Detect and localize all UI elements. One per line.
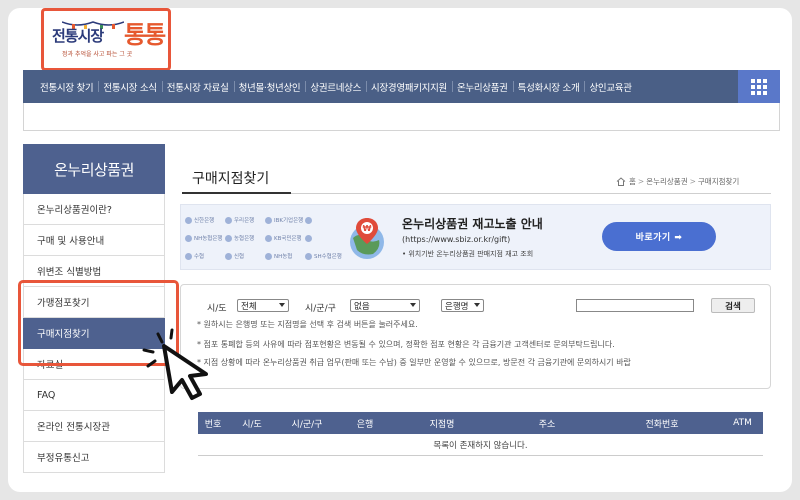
page-title: 구매지점찾기: [182, 164, 291, 194]
sidebar-item-online-market[interactable]: 온라인 전통시장관: [23, 411, 165, 442]
all-menu-button[interactable]: [738, 70, 780, 103]
search-note: * 지점 상황에 따라 온누리상품권 취급 업무(판매 또는 수납) 중 일부만…: [197, 358, 631, 367]
sub-nav-bar: [23, 103, 780, 131]
page-frame: 전통시장 통통 정과 추억을 사고 파는 그 곳 전통시장 찾기 전통시장 소식…: [8, 8, 792, 492]
pointer-cursor-icon: [142, 328, 208, 400]
bank-logo: 신한은행: [185, 211, 225, 229]
sigungu-select[interactable]: 없음: [350, 299, 420, 312]
banner-description: • 위치기반 온누리상품권 판매지점 재고 조회: [402, 250, 534, 258]
table-header: 번호 시/도 시/군/구 은행 지점명 주소 전화번호 ATM: [198, 412, 763, 434]
bank-logo: [305, 229, 345, 247]
bank-logo: NH농협은행: [185, 229, 225, 247]
sigungu-label: 시/군/구: [305, 304, 336, 314]
logo-text: 전통시장: [52, 27, 104, 45]
nav-item-renaissance[interactable]: 상권르네상스: [305, 80, 366, 94]
bank-logos: 신한은행 우리은행 IBK기업은행 NH농협은행 농협은행 KB국민은행 수협 …: [185, 211, 345, 265]
chevron-down-icon: [410, 303, 416, 307]
table-empty-row: 목록이 존재하지 않습니다.: [198, 434, 763, 456]
chevron-down-icon: [474, 303, 480, 307]
search-note: * 점포 통폐합 등의 사유에 따라 점포현황은 변동될 수 있으며, 정확한 …: [197, 340, 615, 349]
column-header: 지점명: [429, 419, 455, 430]
bank-logo: 우리은행: [225, 211, 265, 229]
title-divider: [291, 193, 771, 194]
svg-text:₩: ₩: [363, 224, 372, 233]
column-header: 전화번호: [645, 419, 679, 430]
breadcrumb-section[interactable]: 온누리상품권: [646, 176, 687, 187]
sidebar-item-report[interactable]: 부정유통신고: [23, 442, 165, 473]
bank-logo: SH수협은행: [305, 247, 345, 265]
nav-item-onnuri-voucher[interactable]: 온누리상품권: [451, 80, 513, 94]
bank-logo: 신협: [225, 247, 265, 265]
breadcrumb-home[interactable]: 홈: [629, 176, 636, 187]
sido-label: 시/도: [207, 304, 227, 314]
sidebar-item-purchase-guide[interactable]: 구매 및 사용안내: [23, 225, 165, 256]
logo-brand: 통통: [124, 21, 166, 49]
bank-select[interactable]: 은행명: [441, 299, 484, 312]
column-header: 시/도: [242, 419, 262, 430]
grid-menu-icon: [751, 78, 767, 95]
column-header: 번호: [204, 419, 222, 430]
bank-logo: IBK기업은행: [265, 211, 305, 229]
bank-logo: KB국민은행: [265, 229, 305, 247]
search-note: * 원하시는 은행명 또는 지점명을 선택 후 검색 버튼을 눌러주세요.: [197, 320, 418, 329]
nav-item-market-news[interactable]: 전통시장 소식: [98, 80, 161, 94]
nav-item-youth-mall[interactable]: 청년몰·청년상인: [233, 80, 306, 94]
nav-item-market-archive[interactable]: 전통시장 자료실: [161, 80, 234, 94]
inventory-banner: 신한은행 우리은행 IBK기업은행 NH농협은행 농협은행 KB국민은행 수협 …: [180, 204, 771, 270]
nav-item-management-package[interactable]: 시장경영패키지지원: [366, 80, 452, 94]
nav-item-specialized-market[interactable]: 특성화시장 소개: [512, 80, 585, 94]
column-header: ATM: [733, 418, 752, 428]
site-logo[interactable]: 전통시장 통통 정과 추억을 사고 파는 그 곳: [41, 8, 171, 71]
column-header: 은행: [356, 419, 374, 430]
breadcrumb: 홈 > 온누리상품권 > 구매지점찾기: [616, 176, 739, 187]
column-header: 주소: [538, 419, 556, 430]
bank-logo: [305, 211, 345, 229]
search-button[interactable]: 검색: [711, 298, 755, 313]
branch-table: 번호 시/도 시/군/구 은행 지점명 주소 전화번호 ATM 목록이 존재하지…: [198, 412, 763, 456]
banner-title: 온누리상품권 재고노출 안내: [402, 217, 543, 231]
sido-select[interactable]: 전체: [237, 299, 289, 312]
main-nav: 전통시장 찾기 전통시장 소식 전통시장 자료실 청년몰·청년상인 상권르네상스…: [23, 70, 780, 103]
nav-item-market-search[interactable]: 전통시장 찾기: [35, 80, 98, 94]
sidebar-item-about[interactable]: 온누리상품권이란?: [23, 194, 165, 225]
branch-name-input[interactable]: [576, 299, 694, 312]
bank-logo: 수협: [185, 247, 225, 265]
chevron-down-icon: [279, 303, 285, 307]
breadcrumb-current: 구매지점찾기: [697, 177, 740, 186]
home-icon: [616, 177, 626, 186]
go-to-button[interactable]: 바로가기 ➡: [602, 222, 716, 251]
bank-logo: 농협은행: [225, 229, 265, 247]
bank-logo: NH농협: [265, 247, 305, 265]
logo-slogan: 정과 추억을 사고 파는 그 곳: [62, 51, 133, 58]
nav-item-merchant-education[interactable]: 상인교육관: [584, 80, 636, 94]
column-header: 시/군/구: [291, 419, 323, 430]
globe-location-icon: ₩: [350, 218, 384, 259]
banner-url: (https://www.sbiz.or.kr/gift): [402, 235, 511, 244]
sidebar-title: 온누리상품권: [23, 144, 165, 194]
search-panel: 시/도 전체 시/군/구 없음 은행명 검색 * 원하시는 은행명 또는 지점명…: [180, 284, 771, 389]
